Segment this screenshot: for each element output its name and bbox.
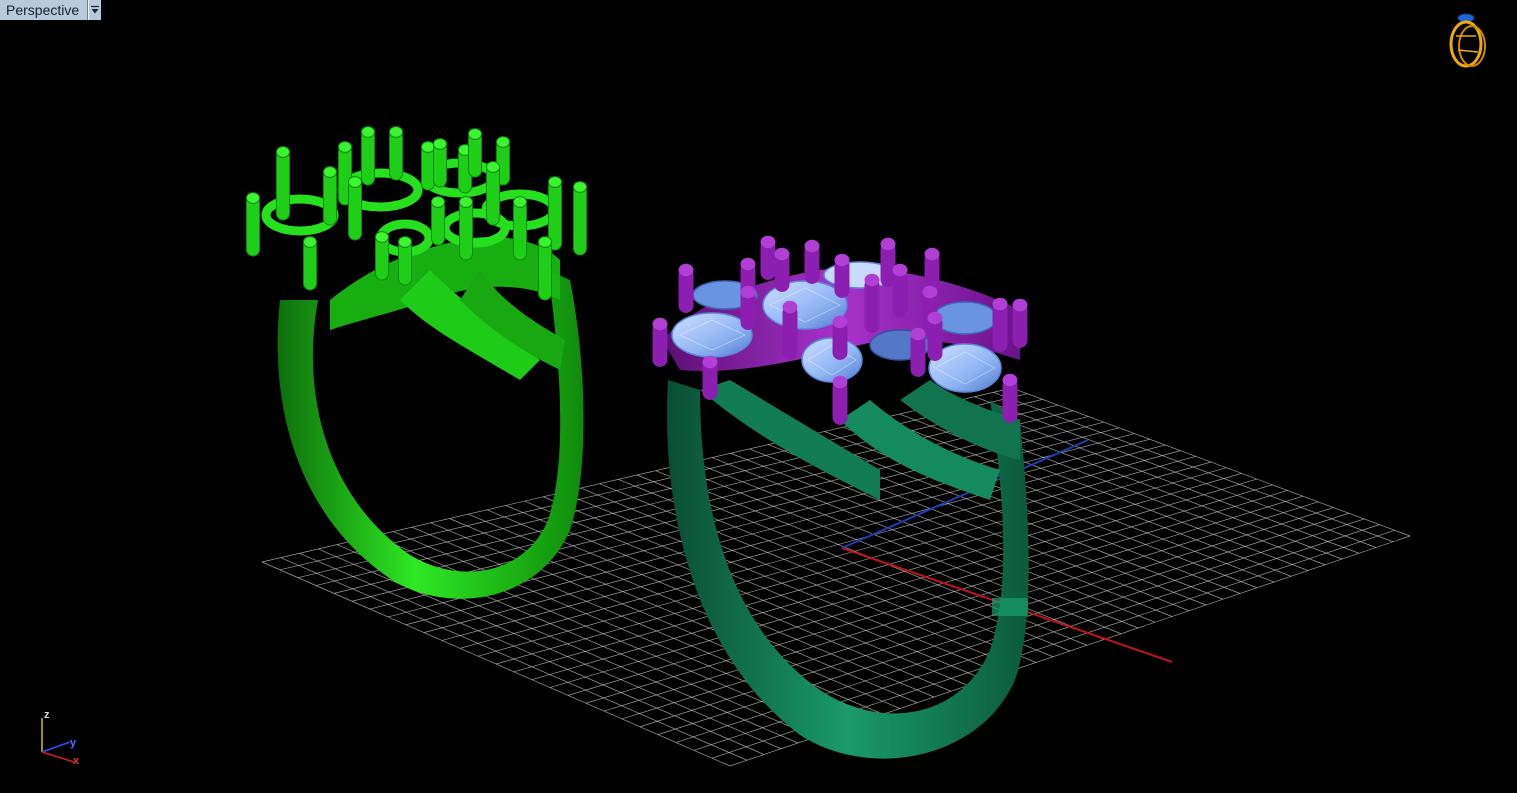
prong-tip: [834, 253, 850, 267]
scene-canvas[interactable]: z y x: [0, 0, 1517, 793]
left-ring-model[interactable]: [246, 126, 587, 599]
prong-tip: [1012, 298, 1028, 312]
prong-tip: [361, 126, 375, 138]
prong-tip: [924, 247, 940, 261]
prong-tip: [880, 237, 896, 251]
axis-y-label: y: [70, 737, 77, 749]
grid-line: [423, 438, 1150, 633]
prong-tip: [992, 297, 1008, 311]
prong-tip: [573, 181, 587, 193]
prong-tip: [922, 285, 938, 299]
prong-tip: [486, 161, 500, 173]
prong-tip: [927, 311, 943, 325]
ring-logo-icon[interactable]: [1449, 13, 1486, 68]
prong-tip: [804, 239, 820, 253]
prong-tip: [246, 192, 260, 204]
prong: [573, 184, 587, 256]
axis-widget: z y x: [41, 709, 80, 767]
prong-tip: [421, 141, 435, 153]
prong-tip: [832, 375, 848, 389]
prong-tip: [678, 263, 694, 277]
axis-z-label: z: [44, 709, 50, 721]
prong: [276, 149, 290, 221]
prong: [246, 195, 260, 257]
viewport[interactable]: Perspective z y x: [0, 0, 1517, 793]
prong-tip: [303, 236, 317, 248]
prong-tip: [276, 146, 290, 158]
viewport-menu-button[interactable]: [88, 0, 102, 20]
prong: [538, 239, 552, 301]
prong-tip: [348, 176, 362, 188]
prong: [361, 129, 375, 186]
prong: [459, 199, 473, 261]
prong: [513, 199, 527, 261]
prong-tip: [398, 236, 412, 248]
viewport-title-tab[interactable]: Perspective: [0, 0, 102, 20]
prong-tip: [389, 126, 403, 138]
prong-tip: [652, 317, 668, 331]
prong-tip: [774, 247, 790, 261]
prong-tip: [431, 196, 445, 208]
prong-tip: [740, 257, 756, 271]
prong-tip: [864, 273, 880, 287]
prong-tip: [910, 327, 926, 341]
grid-line: [477, 455, 1196, 657]
prong: [323, 169, 337, 226]
axis-x-label: x: [73, 755, 80, 767]
prong-tip: [433, 138, 447, 150]
prong-tip: [740, 285, 756, 299]
prong: [348, 179, 362, 241]
prong: [486, 164, 500, 226]
prong-tip: [338, 141, 352, 153]
viewport-name[interactable]: Perspective: [0, 0, 89, 20]
prong-tip: [459, 196, 473, 208]
prong-tip: [832, 315, 848, 329]
prong-tip: [513, 196, 527, 208]
chevron-down-icon: [91, 5, 100, 14]
prong-tip: [538, 236, 552, 248]
prong-tip: [892, 263, 908, 277]
grid-line: [495, 461, 1212, 665]
prong-tip: [323, 166, 337, 178]
prong-tip: [702, 355, 718, 369]
prong-tip: [760, 235, 776, 249]
prong-tip: [548, 176, 562, 188]
prong-tip: [375, 231, 389, 243]
prong-tip: [468, 128, 482, 140]
prong-tip: [782, 300, 798, 314]
prong-tip: [496, 136, 510, 148]
prong-tip: [1002, 373, 1018, 387]
